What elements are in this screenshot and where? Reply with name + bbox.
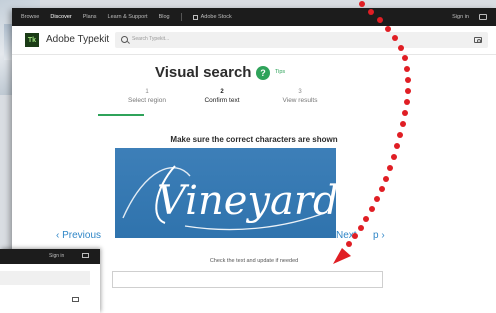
recognized-text-field[interactable] <box>112 271 383 288</box>
nav-adobe-stock[interactable]: Adobe Stock <box>192 14 232 20</box>
step-label: Confirm text <box>204 97 240 104</box>
stock-icon <box>192 14 198 20</box>
search-icon <box>121 36 128 43</box>
creative-cloud-icon[interactable] <box>479 14 487 20</box>
step-indicator: 1 Select region 2 Confirm text 3 View re… <box>112 88 332 112</box>
second-typekit-window: Sign in <box>0 249 100 313</box>
search-input[interactable]: Search Typekit... <box>115 32 488 48</box>
next-button[interactable]: Next <box>336 230 357 241</box>
page-title: Visual search <box>155 64 252 81</box>
active-step-underline <box>98 114 144 116</box>
nav-learn-support[interactable]: Learn & Support <box>108 14 148 20</box>
next-button-tail[interactable]: p › <box>373 230 385 241</box>
camera-icon[interactable] <box>474 37 482 43</box>
top-navigation-bar: Browse Discover Plans Learn & Support Bl… <box>12 8 496 26</box>
step-number: 1 <box>145 89 149 95</box>
step-number: 2 <box>220 89 224 95</box>
tips-link[interactable]: Tips <box>275 69 285 75</box>
nav-plans[interactable]: Plans <box>83 14 97 20</box>
typekit-header: Tk Adobe Typekit Search Typekit... <box>12 26 496 55</box>
typekit-logo[interactable]: Tk <box>25 33 39 47</box>
nav-blog[interactable]: Blog <box>159 14 170 20</box>
nav-divider <box>180 13 182 21</box>
step-number: 3 <box>298 89 302 95</box>
second-window-search-input[interactable] <box>0 271 90 302</box>
previous-button[interactable]: ‹ Previous <box>56 230 101 241</box>
brand-name[interactable]: Adobe Typekit <box>46 34 109 45</box>
search-placeholder: Search Typekit... <box>132 36 170 42</box>
second-window-camera-icon[interactable] <box>72 297 79 302</box>
vineyard-word: Vineyard <box>157 178 336 224</box>
step-label: Select region <box>128 97 166 104</box>
second-window-sign-in[interactable]: Sign in <box>49 253 64 259</box>
top-right-controls: Sign in <box>452 8 487 26</box>
step-view-results[interactable]: 3 View results <box>265 88 335 105</box>
step-select-region[interactable]: 1 Select region <box>112 88 182 105</box>
nav-links: Browse Discover Plans Learn & Support Bl… <box>21 8 232 26</box>
instruction-heading: Make sure the correct characters are sho… <box>170 135 338 144</box>
sign-in-link[interactable]: Sign in <box>452 14 469 20</box>
step-confirm-text[interactable]: 2 Confirm text <box>187 88 257 105</box>
nav-browse[interactable]: Browse <box>21 14 39 20</box>
help-icon[interactable]: ? <box>256 66 270 80</box>
nav-adobe-stock-label: Adobe Stock <box>200 14 232 20</box>
second-window-top-bar: Sign in <box>0 249 100 264</box>
second-window-creative-cloud-icon[interactable] <box>82 253 89 258</box>
nav-discover[interactable]: Discover <box>50 14 71 20</box>
vineyard-lettering-art: Vineyard <box>122 165 336 231</box>
script-text-image: Vineyard <box>115 148 336 238</box>
step-label: View results <box>282 97 318 104</box>
